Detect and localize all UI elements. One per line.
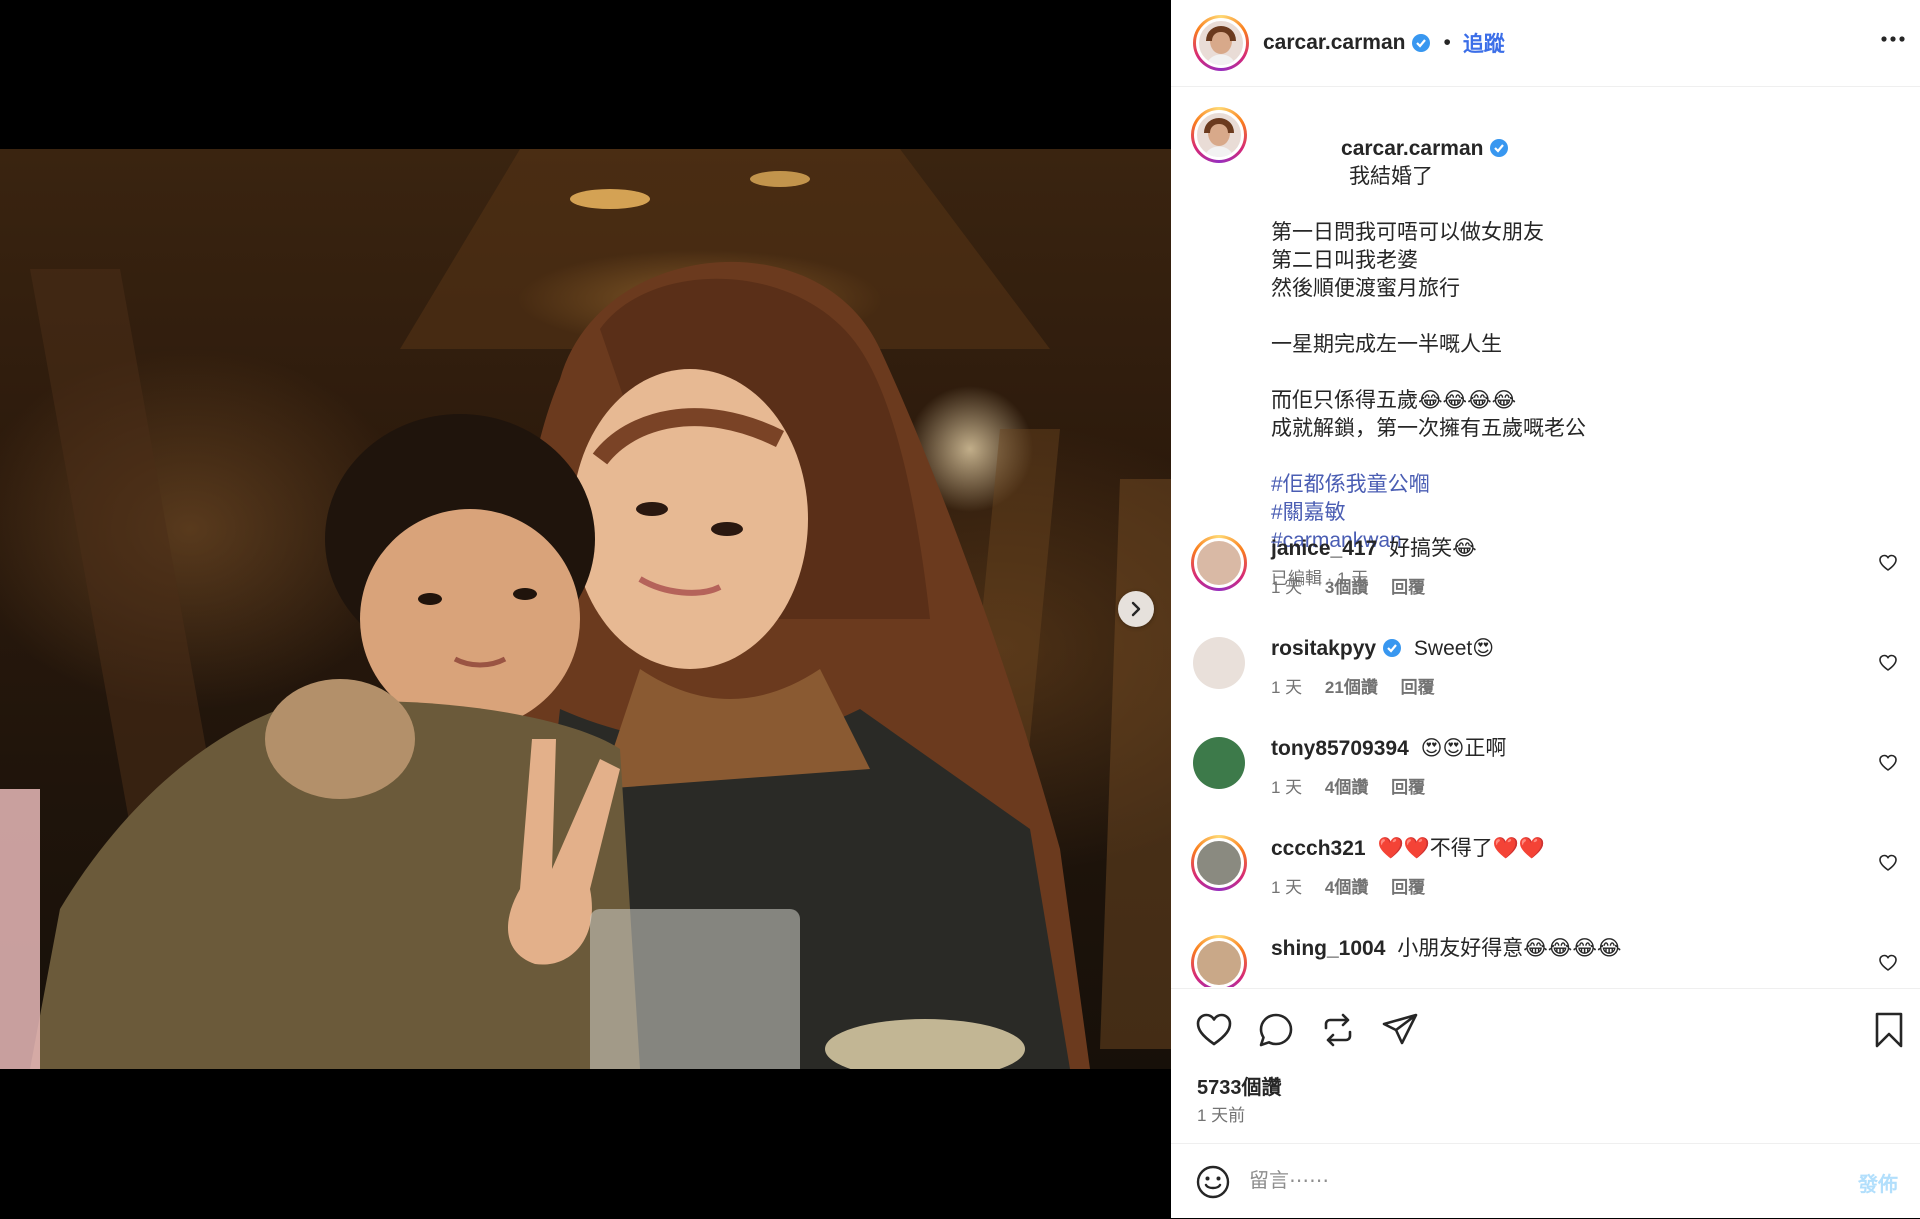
post-photo[interactable] [0, 149, 1171, 1069]
carousel-next-button[interactable] [1118, 591, 1154, 627]
comment-likes[interactable]: 21個讚 [1325, 678, 1378, 697]
comment-time: 1 天 [1271, 578, 1303, 597]
comments-scroll-area[interactable]: carcar.carman 我結婚了 第一日問我可唔可以做女朋友 第二日叫我老婆… [1171, 87, 1920, 987]
comment-text: 😍😍正啊 [1420, 737, 1507, 760]
likes-count[interactable]: 5733個讚 [1197, 1071, 1282, 1100]
comment-likes[interactable]: 3個讚 [1325, 578, 1368, 597]
post-header: carcar.carman • 追蹤 [1171, 0, 1920, 87]
caption-line: 第二日叫我老婆 [1271, 249, 1418, 272]
comment-item: janice_417 好搞笑😂 1 天 3個讚 回覆 [1191, 535, 1920, 598]
post-comment-button[interactable]: 發佈 [1858, 1168, 1898, 1197]
emoji-icon[interactable] [1195, 1164, 1231, 1200]
comment-text: ❤️❤️不得了❤️❤️ [1377, 837, 1546, 860]
caption-block: carcar.carman 我結婚了 第一日問我可唔可以做女朋友 第二日叫我老婆… [1191, 107, 1891, 593]
commenter-username[interactable]: tony85709394 [1271, 737, 1409, 760]
reply-button[interactable]: 回覆 [1391, 778, 1425, 797]
commenter-username[interactable]: janice_417 [1271, 537, 1377, 560]
commenter-username[interactable]: cccch321 [1271, 837, 1366, 860]
instagram-post-view: carcar.carman • 追蹤 carcar.carman 我結婚了 第一… [0, 0, 1920, 1218]
comment-item: tony85709394 😍😍正啊 1 天 4個讚 回覆 [1191, 735, 1920, 798]
commenter-username[interactable]: shing_1004 [1271, 937, 1385, 960]
caption-line [1271, 359, 1586, 387]
heart-icon[interactable] [1195, 1011, 1233, 1049]
verified-icon [1412, 34, 1431, 52]
caption-line: 一星期完成左一半嘅人生 [1271, 333, 1502, 356]
commenter-avatar[interactable] [1191, 935, 1247, 987]
comment-item: cccch321 ❤️❤️不得了❤️❤️ 1 天 4個讚 回覆 [1191, 835, 1920, 898]
hashtag-link[interactable]: #關嘉敏 [1271, 499, 1586, 527]
caption-line: 成就解鎖，第一次擁有五歲嘅老公 [1271, 417, 1586, 440]
reply-button[interactable]: 回覆 [1391, 878, 1425, 897]
commenter-avatar[interactable] [1191, 835, 1247, 891]
caption-username[interactable]: carcar.carman [1341, 137, 1483, 160]
comment-likes[interactable]: 4個讚 [1325, 878, 1368, 897]
post-actions: 5733個讚 1 天前 [1171, 988, 1920, 1144]
reply-button[interactable]: 回覆 [1401, 678, 1435, 697]
heart-icon[interactable] [1878, 853, 1898, 873]
verified-icon [1383, 639, 1402, 657]
comment-text: 好搞笑😂 [1389, 537, 1477, 560]
verified-icon [1490, 139, 1509, 157]
caption-line: 第一日問我可唔可以做女朋友 [1271, 221, 1544, 244]
comment-icon[interactable] [1257, 1011, 1295, 1049]
comment-item: rositakpyy Sweet😍 1 天 21個讚 回覆 [1191, 635, 1920, 698]
comment-time: 1 天 [1271, 878, 1303, 897]
hashtag-link[interactable]: #佢都係我童公嗰 [1271, 471, 1586, 499]
caption-line: 而佢只係得五歲😂😂😂😂 [1271, 389, 1517, 412]
caption-line: 我結婚了 [1349, 165, 1434, 188]
commenter-avatar[interactable] [1193, 737, 1245, 789]
commenter-avatar[interactable] [1191, 535, 1247, 591]
author-avatar[interactable] [1193, 15, 1249, 71]
commenter-username[interactable]: rositakpyy [1271, 637, 1376, 660]
heart-icon[interactable] [1878, 953, 1898, 973]
post-panel: carcar.carman • 追蹤 carcar.carman 我結婚了 第一… [1171, 0, 1920, 1218]
chevron-right-icon [1131, 601, 1141, 617]
share-icon[interactable] [1381, 1011, 1419, 1049]
comment-input[interactable] [1247, 1169, 1811, 1194]
heart-icon[interactable] [1878, 653, 1898, 673]
comment-likes[interactable]: 4個讚 [1325, 778, 1368, 797]
media-pane [0, 0, 1171, 1218]
commenter-avatar[interactable] [1193, 637, 1245, 689]
caption-line: 然後順便渡蜜月旅行 [1271, 277, 1460, 300]
comment-text: 小朋友好得意😂😂😂😂 [1397, 937, 1622, 960]
caption-line [1271, 303, 1586, 331]
follow-button[interactable]: 追蹤 [1463, 28, 1505, 58]
bookmark-icon[interactable] [1872, 1011, 1906, 1049]
author-username[interactable]: carcar.carman [1263, 31, 1405, 55]
add-comment-bar: 發佈 [1171, 1143, 1920, 1219]
comment-time: 1 天 [1271, 678, 1303, 697]
heart-icon[interactable] [1878, 553, 1898, 573]
comment-text: Sweet😍 [1413, 637, 1495, 660]
photo-illustration [0, 149, 1171, 1069]
caption-avatar[interactable] [1191, 107, 1247, 163]
header-separator: • [1443, 31, 1451, 54]
post-time: 1 天前 [1197, 1106, 1246, 1125]
comment-item: shing_1004 小朋友好得意😂😂😂😂 [1191, 935, 1920, 987]
comment-time: 1 天 [1271, 778, 1303, 797]
more-icon[interactable] [1880, 26, 1906, 52]
caption-text: carcar.carman 我結婚了 第一日問我可唔可以做女朋友 第二日叫我老婆… [1271, 107, 1586, 593]
reply-button[interactable]: 回覆 [1391, 578, 1425, 597]
caption-line [1271, 443, 1586, 471]
repost-icon[interactable] [1319, 1011, 1357, 1049]
heart-icon[interactable] [1878, 753, 1898, 773]
